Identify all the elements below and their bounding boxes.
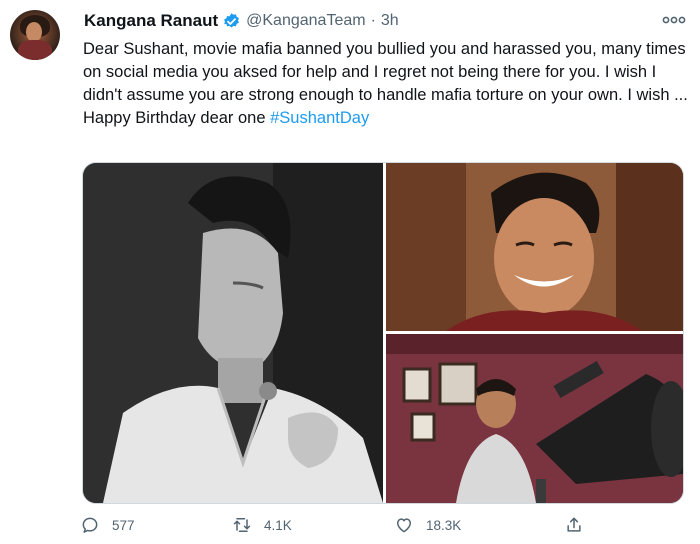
hashtag-link[interactable]: #SushantDay	[270, 109, 369, 127]
tweet-text-line2: Happy Birthday dear one #SushantDay	[83, 107, 688, 130]
portrait-bw-drawing	[83, 163, 383, 503]
reply-count: 577	[112, 517, 135, 533]
more-icon[interactable]	[662, 10, 686, 30]
timestamp[interactable]: 3h	[381, 12, 399, 30]
verified-icon	[224, 12, 240, 27]
avatar-body	[18, 40, 52, 60]
avatar-face	[26, 22, 42, 42]
author-name[interactable]: Kangana Ranaut	[84, 11, 218, 31]
smiling-portrait[interactable]	[386, 163, 683, 331]
like-icon	[397, 518, 411, 533]
retweet-icon	[233, 518, 251, 532]
retweet-button[interactable]: 4.1K	[232, 512, 292, 538]
tweet-text-prefix: Happy Birthday dear one	[83, 109, 271, 127]
separator-dot: ·	[370, 12, 376, 29]
telescope-drawing	[386, 334, 683, 503]
black-and-white-portrait[interactable]	[83, 163, 383, 503]
telescope-photo[interactable]	[386, 334, 683, 503]
media-grid	[82, 162, 684, 504]
tweet-header: Kangana Ranaut @KanganaTeam · 3h	[84, 9, 399, 33]
action-bar: 577 4.1K 18.3K	[80, 512, 600, 538]
tweet[interactable]: Kangana Ranaut @KanganaTeam · 3h Dear Su…	[0, 0, 700, 544]
share-button[interactable]	[564, 512, 584, 538]
like-count: 18.3K	[426, 517, 462, 533]
avatar[interactable]	[10, 10, 60, 60]
reply-button[interactable]: 577	[80, 512, 135, 538]
share-icon	[567, 517, 581, 532]
tweet-text-main: Dear Sushant, movie mafia banned you bul…	[83, 40, 688, 104]
reply-icon	[82, 517, 98, 533]
retweet-count: 4.1K	[264, 517, 292, 533]
tweet-text: Dear Sushant, movie mafia banned you bul…	[83, 38, 688, 130]
like-button[interactable]: 18.3K	[394, 512, 461, 538]
portrait-smile-drawing	[386, 163, 683, 331]
author-handle[interactable]: @KanganaTeam	[246, 12, 365, 30]
